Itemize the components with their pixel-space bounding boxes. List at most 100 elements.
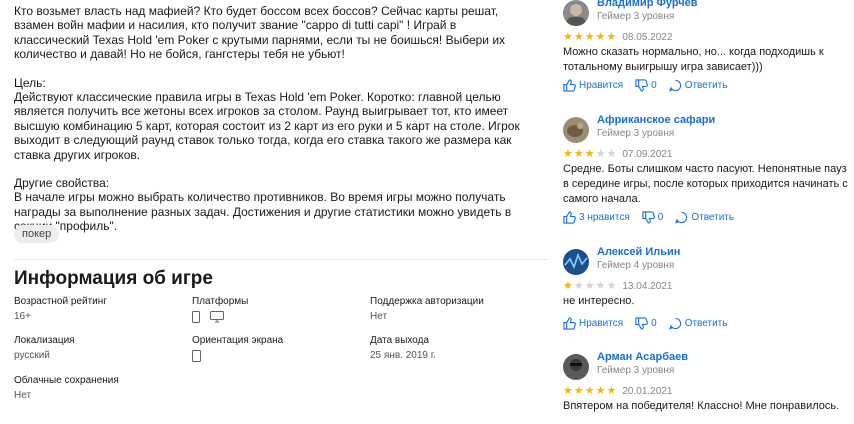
star-icon: ★ <box>563 31 573 43</box>
star-icon: ★ <box>573 148 584 160</box>
screen-orientation: Ориентация экрана <box>192 335 283 362</box>
reply-icon <box>675 211 688 224</box>
goal-text: Действуют классические правила игры в Te… <box>14 90 520 162</box>
cloud-saves: Облачные сохранения Нет <box>14 375 119 401</box>
thumbs-down-icon <box>635 79 649 92</box>
star-icon: ★ <box>606 385 617 397</box>
star-icon: ★ <box>573 280 584 292</box>
reply-label: Ответить <box>684 318 728 329</box>
review-date: 20.01.2021 <box>622 386 673 397</box>
release-label: Дата выхода <box>370 335 430 346</box>
star-icon: ★ <box>595 385 606 397</box>
reply-label: Ответить <box>691 212 735 223</box>
avatar[interactable] <box>563 354 589 380</box>
reply-icon <box>668 317 681 330</box>
avatar[interactable] <box>563 0 589 26</box>
like-button[interactable]: Нравится <box>563 317 623 330</box>
star-icon: ★ <box>584 385 595 397</box>
orientation-label: Ориентация экрана <box>192 335 284 346</box>
tag-poker[interactable]: покер <box>14 225 60 243</box>
dislike-button[interactable]: 0 <box>642 211 664 224</box>
star-icon: ★ <box>606 31 617 43</box>
thumbs-up-icon <box>563 317 576 330</box>
star-icon: ★ <box>584 148 595 160</box>
reply-icon <box>668 79 681 92</box>
like-button[interactable]: 3 нравится <box>563 211 630 224</box>
platforms-label: Платформы <box>192 296 249 307</box>
like-label: 3 нравится <box>579 212 630 223</box>
like-label: Нравится <box>579 80 624 91</box>
reviewer-name[interactable]: Арман Асарбаев <box>597 351 688 363</box>
avatar[interactable] <box>563 249 589 275</box>
reviewer-name[interactable]: Алексей Ильин <box>597 246 680 258</box>
features-heading: Другие свойства: <box>14 176 110 191</box>
cloud-value: Нет <box>14 390 32 401</box>
review-actions: 3 нравится 0 Ответить <box>563 211 746 224</box>
mobile-icon <box>192 311 200 323</box>
star-icon: ★ <box>563 385 573 397</box>
thumbs-up-icon <box>563 79 576 92</box>
star-icon: ★ <box>606 148 617 160</box>
reply-button[interactable]: Ответить <box>668 79 728 92</box>
star-icon: ★ <box>606 280 617 292</box>
star-icon: ★ <box>573 31 584 43</box>
like-button[interactable]: Нравится <box>563 79 623 92</box>
info-title: Информация об игре <box>14 268 213 289</box>
review-date: 08.05.2022 <box>622 32 673 43</box>
reply-button[interactable]: Ответить <box>668 317 728 330</box>
reviewer-name[interactable]: Африканское сафари <box>597 114 715 126</box>
cloud-label: Облачные сохранения <box>14 375 119 386</box>
reply-label: Ответить <box>684 80 728 91</box>
age-rating: Возрастной рейтинг 16+ <box>14 296 107 322</box>
star-icon: ★ <box>563 280 573 292</box>
review-text: не интересно. <box>563 295 635 307</box>
star-icon: ★ <box>573 385 584 397</box>
reviewer-level: Геймер 3 уровня <box>597 11 675 22</box>
review-text: Средне. Боты слишком часто пасуют. Непон… <box>563 163 848 205</box>
reviewer-level: Геймер 3 уровня <box>597 128 675 139</box>
dislike-button[interactable]: 0 <box>635 317 657 330</box>
like-label: Нравится <box>579 318 624 329</box>
localization: Локализация русский <box>14 335 75 361</box>
star-icon: ★ <box>584 280 595 292</box>
rating-stars: ★ ★ ★ ★ ★ 07.09.2021 <box>563 148 673 161</box>
thumbs-up-icon <box>563 211 576 224</box>
review-actions: Нравится 0 Ответить <box>563 79 739 92</box>
locale-value: русский <box>14 350 50 361</box>
portrait-orientation-icon <box>192 350 201 362</box>
dislike-count: 0 <box>657 212 664 223</box>
locale-label: Локализация <box>14 335 75 346</box>
dislike-count: 0 <box>651 318 657 329</box>
review-date: 07.09.2021 <box>622 149 673 160</box>
review-text: Можно сказать нормально, но... когда под… <box>563 46 824 73</box>
reviewer-level: Геймер 4 уровня <box>597 260 675 271</box>
thumbs-down-icon <box>635 317 649 330</box>
description-intro: Кто возьмет власть над мафией? Кто будет… <box>14 4 506 62</box>
rating-stars: ★ ★ ★ ★ ★ 13.04.2021 <box>563 280 673 293</box>
dislike-count: 0 <box>651 80 657 91</box>
dislike-button[interactable]: 0 <box>635 79 657 92</box>
star-icon: ★ <box>595 148 606 160</box>
auth-support: Поддержка авторизации Нет <box>370 296 484 322</box>
section-divider <box>14 259 548 260</box>
review-date: 13.04.2021 <box>622 281 673 292</box>
auth-value: Нет <box>370 311 388 322</box>
age-rating-value: 16+ <box>14 311 31 322</box>
auth-label: Поддержка авторизации <box>370 296 484 307</box>
release-date: Дата выхода 25 янв. 2019 г. <box>370 335 436 361</box>
features-text: В начале игры можно выбрать количество п… <box>14 190 512 234</box>
avatar[interactable] <box>563 117 589 143</box>
star-icon: ★ <box>595 31 606 43</box>
thumbs-down-icon <box>642 211 655 224</box>
reviewer-name[interactable]: Владимир Фурчев <box>597 0 698 9</box>
age-rating-label: Возрастной рейтинг <box>14 296 107 307</box>
review-text: Впятером на победителя! Классно! Мне пон… <box>563 400 840 412</box>
rating-stars: ★ ★ ★ ★ ★ 20.01.2021 <box>563 385 673 398</box>
star-icon: ★ <box>595 280 606 292</box>
star-icon: ★ <box>584 31 595 43</box>
reply-button[interactable]: Ответить <box>675 211 734 224</box>
game-description: Кто возьмет власть над мафией? Кто будет… <box>14 0 534 234</box>
rating-stars: ★ ★ ★ ★ ★ 08.05.2022 <box>563 31 673 44</box>
review-actions: Нравится 0 Ответить <box>563 317 739 330</box>
star-icon: ★ <box>563 148 573 160</box>
